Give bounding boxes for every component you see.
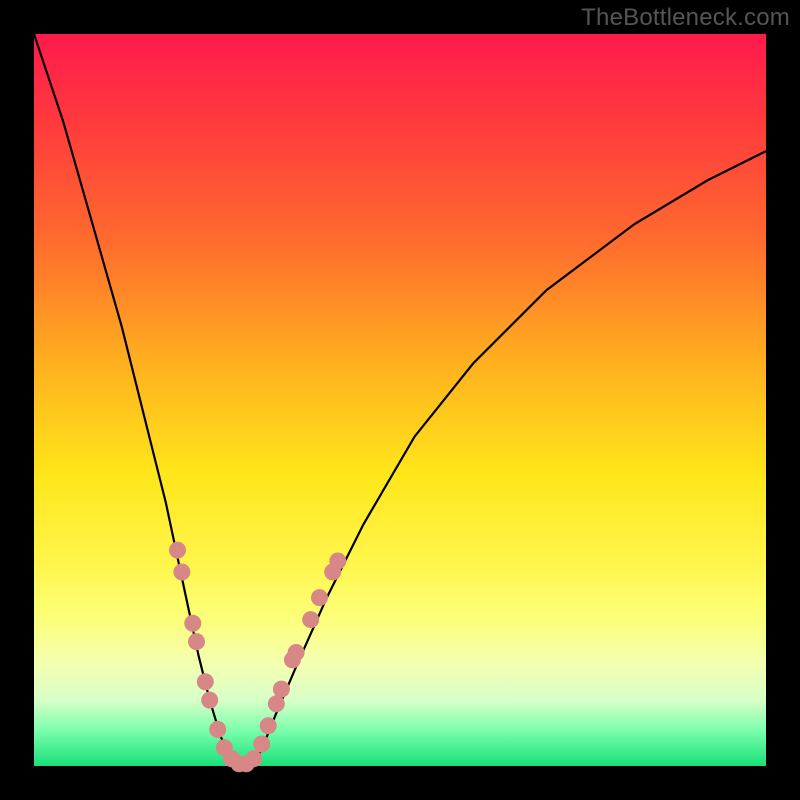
curve-marker — [201, 692, 218, 709]
chart-svg — [34, 34, 766, 766]
outer-frame: TheBottleneck.com — [0, 0, 800, 800]
curve-marker — [273, 681, 290, 698]
curve-marker — [169, 542, 186, 559]
curve-marker — [253, 736, 270, 753]
curve-marker — [173, 564, 190, 581]
curve-marker — [302, 611, 319, 628]
curve-marker — [288, 644, 305, 661]
curve-marker — [209, 721, 226, 738]
curve-marker — [184, 615, 201, 632]
curve-marker — [188, 633, 205, 650]
curve-marker — [329, 553, 346, 570]
curve-marker — [268, 695, 285, 712]
curve-marker — [197, 673, 214, 690]
bottleneck-curve — [34, 34, 766, 766]
curve-marker — [245, 750, 262, 767]
attribution-text: TheBottleneck.com — [581, 4, 790, 32]
curve-marker — [260, 717, 277, 734]
plot-area — [34, 34, 766, 766]
curve-marker — [311, 589, 328, 606]
curve-markers — [169, 542, 346, 773]
